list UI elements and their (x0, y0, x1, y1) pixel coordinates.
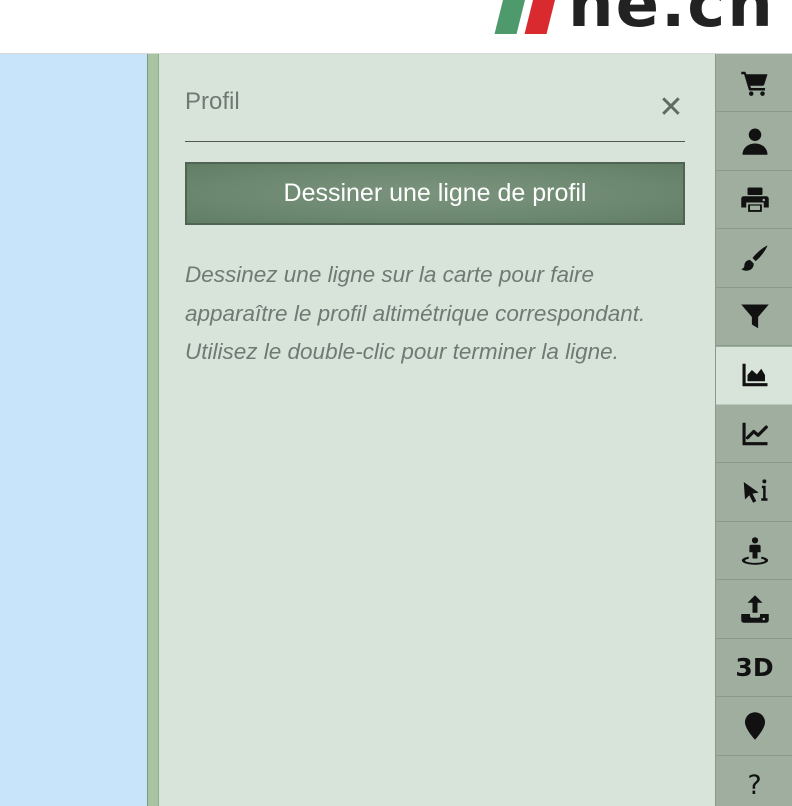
tool-query[interactable] (716, 464, 792, 522)
3d-icon: 3D (735, 653, 774, 682)
tool-location[interactable] (716, 698, 792, 756)
tool-measure-chart[interactable] (716, 405, 792, 463)
tool-help[interactable]: ? (716, 756, 792, 806)
upload-icon (740, 595, 769, 623)
logo-text: ne.ch (568, 0, 775, 42)
cart-icon (740, 71, 767, 96)
map-marker-icon (744, 712, 765, 740)
panel-title: Profil (185, 88, 240, 115)
tool-print[interactable] (716, 171, 792, 229)
pointer-info-icon (743, 479, 767, 503)
tool-draw[interactable] (716, 230, 792, 288)
tool-user[interactable] (716, 113, 792, 171)
line-chart-icon (742, 422, 768, 445)
tool-filter[interactable] (716, 288, 792, 346)
brush-icon (740, 245, 767, 271)
map-view[interactable] (0, 54, 147, 806)
tool-profile[interactable] (716, 346, 792, 405)
print-icon (740, 187, 769, 212)
tool-3d[interactable]: 3D (716, 639, 792, 697)
profile-panel: Profil ✕ Dessiner une ligne de profil De… (159, 54, 715, 806)
help-icon: ? (747, 769, 762, 801)
tool-import[interactable] (716, 581, 792, 639)
draw-profile-line-button[interactable]: Dessiner une ligne de profil (185, 162, 685, 225)
tool-streetview[interactable] (716, 522, 792, 580)
close-icon[interactable]: ✕ (657, 93, 685, 123)
filter-icon (740, 304, 769, 328)
user-icon (742, 128, 767, 155)
panel-resize-handle[interactable] (147, 54, 159, 806)
street-view-icon (741, 536, 768, 565)
divider (185, 141, 685, 142)
area-chart-icon (742, 363, 767, 387)
tool-sidebar: 3D ? (715, 54, 792, 806)
header: ne.ch (0, 0, 792, 54)
tool-cart[interactable] (716, 54, 792, 112)
ne-flag-logo (494, 0, 568, 36)
profile-help-text: Dessinez une ligne sur la carte pour fai… (185, 262, 646, 364)
site-logo[interactable]: ne.ch (494, 0, 775, 42)
